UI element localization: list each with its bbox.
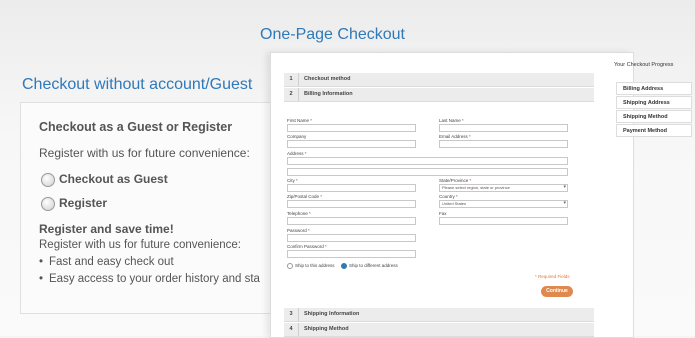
address-line-1-input[interactable] xyxy=(287,157,568,165)
progress-item-shipping-method[interactable]: Shipping Method xyxy=(616,110,692,123)
city-input[interactable] xyxy=(287,184,416,192)
confirm-password-label: Confirm Password * xyxy=(287,244,327,249)
telephone-label: Telephone * xyxy=(287,211,311,216)
email-input[interactable] xyxy=(439,140,568,148)
section-number: 2 xyxy=(284,88,299,101)
continue-button[interactable]: Continue xyxy=(541,286,573,297)
checkout-as-guest-label[interactable]: Checkout as Guest xyxy=(59,172,168,186)
zip-input[interactable] xyxy=(287,200,416,208)
confirm-password-input[interactable] xyxy=(287,250,416,258)
country-select[interactable]: United States xyxy=(439,200,568,208)
first-name-label: First Name * xyxy=(287,118,313,123)
benefit-item: Easy access to your order history and st… xyxy=(39,273,260,285)
telephone-input[interactable] xyxy=(287,217,416,225)
section-label: Shipping Information xyxy=(304,311,360,317)
fax-label: Fax xyxy=(439,211,447,216)
benefit-item: Fast and easy check out xyxy=(39,256,174,268)
ship-different-radio[interactable] xyxy=(341,263,347,269)
register-label[interactable]: Register xyxy=(59,196,107,210)
section-shipping-information[interactable]: 3 Shipping Information xyxy=(284,308,594,322)
address-label: Address * xyxy=(287,151,307,156)
onepage-checkout-title: One-Page Checkout xyxy=(260,26,405,43)
section-label: Shipping Method xyxy=(304,326,349,332)
ship-to-different-address-option[interactable]: Ship to different address xyxy=(341,263,398,269)
email-label: Email Address * xyxy=(439,134,471,139)
progress-item-billing-address[interactable]: Billing Address xyxy=(616,82,692,95)
section-checkout-method[interactable]: 1 Checkout method xyxy=(284,73,594,87)
company-label: Company xyxy=(287,134,307,139)
guest-checkout-title: Checkout without account/Guest xyxy=(22,76,253,93)
checkout-progress-title: Your Checkout Progress xyxy=(614,62,674,68)
guest-subtitle: Register with us for future convenience: xyxy=(39,146,250,160)
required-fields-note: * Required Fields xyxy=(535,274,570,279)
password-label: Password * xyxy=(287,228,310,233)
checkout-as-guest-radio[interactable] xyxy=(41,173,55,187)
password-input[interactable] xyxy=(287,234,416,242)
last-name-label: Last Name * xyxy=(439,118,464,123)
address-line-2-input[interactable] xyxy=(287,168,568,176)
section-number: 1 xyxy=(284,73,299,86)
register-text: Register with us for future convenience: xyxy=(39,239,241,251)
register-radio[interactable] xyxy=(41,197,55,211)
guest-checkout-panel: Checkout as a Guest or Register Register… xyxy=(20,102,276,314)
section-number: 3 xyxy=(284,308,299,321)
section-billing-information[interactable]: 2 Billing Information xyxy=(284,88,594,102)
section-label: Billing Information xyxy=(304,91,353,97)
ship-to-this-address-option[interactable]: Ship to this address xyxy=(287,263,335,269)
state-label: State/Province * xyxy=(439,178,472,183)
last-name-input[interactable] xyxy=(439,124,568,132)
first-name-input[interactable] xyxy=(287,124,416,132)
fax-input[interactable] xyxy=(439,217,568,225)
zip-label: Zip/Postal Code * xyxy=(287,194,323,199)
state-select[interactable]: Please select region, state or province xyxy=(439,184,568,192)
section-label: Checkout method xyxy=(304,76,351,82)
onepage-checkout-panel: 1 Checkout method 2 Billing Information … xyxy=(270,52,634,338)
guest-heading: Checkout as a Guest or Register xyxy=(39,120,233,134)
company-input[interactable] xyxy=(287,140,416,148)
register-heading: Register and save time! xyxy=(39,222,174,236)
country-label: Country * xyxy=(439,194,458,199)
progress-item-payment-method[interactable]: Payment Method xyxy=(616,124,692,137)
section-number: 4 xyxy=(284,323,299,336)
progress-item-shipping-address[interactable]: Shipping Address xyxy=(616,96,692,109)
section-shipping-method[interactable]: 4 Shipping Method xyxy=(284,323,594,337)
city-label: City * xyxy=(287,178,298,183)
ship-same-radio[interactable] xyxy=(287,263,293,269)
